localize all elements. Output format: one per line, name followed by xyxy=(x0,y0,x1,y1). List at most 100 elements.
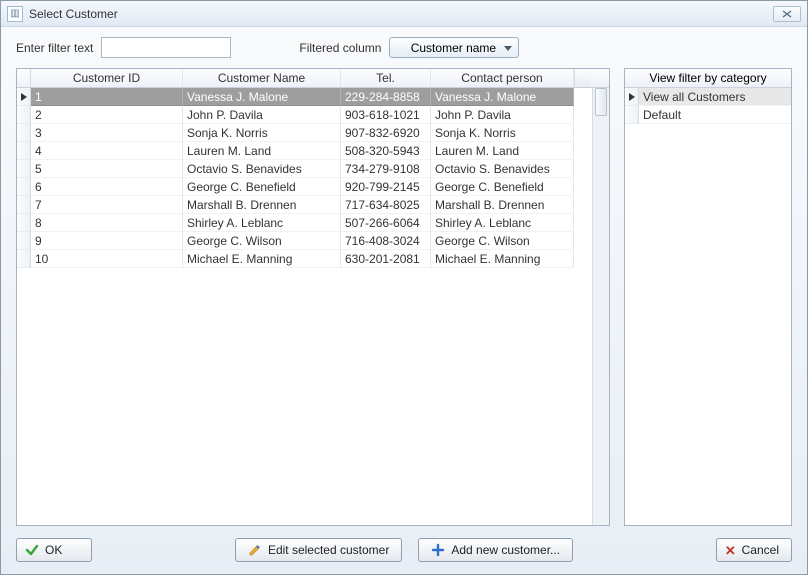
cell-name: Michael E. Manning xyxy=(183,250,341,268)
content-area: Enter filter text Filtered column Custom… xyxy=(1,27,807,526)
cell-name: Vanessa J. Malone xyxy=(183,88,341,106)
plus-icon xyxy=(431,543,445,557)
chevron-down-icon xyxy=(504,41,512,55)
add-button-label: Add new customer... xyxy=(451,543,560,557)
filter-bar: Enter filter text Filtered column Custom… xyxy=(16,37,792,68)
edit-customer-button[interactable]: Edit selected customer xyxy=(235,538,402,562)
cell-name: George C. Benefield xyxy=(183,178,341,196)
cell-id: 10 xyxy=(31,250,183,268)
filter-text-input[interactable] xyxy=(101,37,231,58)
scrollbar-thumb[interactable] xyxy=(595,88,607,116)
edit-button-label: Edit selected customer xyxy=(268,543,389,557)
cell-contact: Lauren M. Land xyxy=(431,142,574,160)
cell-tel: 920-799-2145 xyxy=(341,178,431,196)
cell-name: Sonja K. Norris xyxy=(183,124,341,142)
cross-icon xyxy=(725,543,736,557)
category-item-label: View all Customers xyxy=(639,88,791,106)
table-row[interactable]: 4Lauren M. Land508-320-5943Lauren M. Lan… xyxy=(17,142,592,160)
close-icon xyxy=(782,10,792,18)
ok-button-label: OK xyxy=(45,543,62,557)
table-row[interactable]: 8Shirley A. Leblanc507-266-6064Shirley A… xyxy=(17,214,592,232)
table-row[interactable]: 1Vanessa J. Malone229-284-8858Vanessa J.… xyxy=(17,88,592,106)
grid-header-row: Customer ID Customer Name Tel. Contact p… xyxy=(17,69,609,88)
table-row[interactable]: 2John P. Davila903-618-1021John P. Davil… xyxy=(17,106,592,124)
cell-id: 4 xyxy=(31,142,183,160)
table-row[interactable]: 3Sonja K. Norris907-832-6920Sonja K. Nor… xyxy=(17,124,592,142)
column-header-contact[interactable]: Contact person xyxy=(431,69,574,87)
row-indicator xyxy=(17,88,31,106)
check-icon xyxy=(25,543,39,557)
filter-text-label: Enter filter text xyxy=(16,41,93,55)
main-area: Customer ID Customer Name Tel. Contact p… xyxy=(16,68,792,526)
cell-tel: 508-320-5943 xyxy=(341,142,431,160)
titlebar: ▥ Select Customer xyxy=(1,1,807,27)
cell-contact: Marshall B. Drennen xyxy=(431,196,574,214)
row-indicator xyxy=(17,250,31,268)
category-filter-panel: View filter by category View all Custome… xyxy=(624,68,792,526)
ok-button[interactable]: OK xyxy=(16,538,92,562)
cell-contact: John P. Davila xyxy=(431,106,574,124)
window-title: Select Customer xyxy=(29,7,773,21)
cell-tel: 734-279-9108 xyxy=(341,160,431,178)
table-row[interactable]: 7Marshall B. Drennen717-634-8025Marshall… xyxy=(17,196,592,214)
cell-tel: 507-266-6064 xyxy=(341,214,431,232)
filtered-column-dropdown[interactable]: Customer name xyxy=(389,37,519,58)
cell-tel: 717-634-8025 xyxy=(341,196,431,214)
cell-id: 5 xyxy=(31,160,183,178)
column-header-id[interactable]: Customer ID xyxy=(31,69,183,87)
cell-id: 2 xyxy=(31,106,183,124)
cell-id: 3 xyxy=(31,124,183,142)
dropdown-selected-text: Customer name xyxy=(406,41,500,55)
row-indicator-header xyxy=(17,69,31,87)
cell-tel: 903-618-1021 xyxy=(341,106,431,124)
column-header-tel[interactable]: Tel. xyxy=(341,69,431,87)
cell-name: Marshall B. Drennen xyxy=(183,196,341,214)
cell-contact: Shirley A. Leblanc xyxy=(431,214,574,232)
column-header-name[interactable]: Customer Name xyxy=(183,69,341,87)
cell-tel: 716-408-3024 xyxy=(341,232,431,250)
cell-contact: Sonja K. Norris xyxy=(431,124,574,142)
cancel-button-label: Cancel xyxy=(742,543,779,557)
button-bar: OK Edit selected customer Add new custom… xyxy=(1,526,807,574)
table-row[interactable]: 9George C. Wilson716-408-3024George C. W… xyxy=(17,232,592,250)
cancel-button[interactable]: Cancel xyxy=(716,538,792,562)
cell-contact: Vanessa J. Malone xyxy=(431,88,574,106)
table-row[interactable]: 10Michael E. Manning630-201-2081Michael … xyxy=(17,250,592,268)
row-indicator xyxy=(17,196,31,214)
category-item[interactable]: View all Customers xyxy=(625,88,791,106)
table-row[interactable]: 6George C. Benefield920-799-2145George C… xyxy=(17,178,592,196)
scrollbar-corner xyxy=(574,69,591,87)
row-indicator xyxy=(17,160,31,178)
row-indicator xyxy=(625,106,639,124)
category-item[interactable]: Default xyxy=(625,106,791,124)
cell-id: 6 xyxy=(31,178,183,196)
category-filter-header[interactable]: View filter by category xyxy=(625,69,791,88)
row-indicator xyxy=(17,106,31,124)
pencil-icon xyxy=(248,543,262,557)
cell-name: Octavio S. Benavides xyxy=(183,160,341,178)
cell-id: 9 xyxy=(31,232,183,250)
window-icon: ▥ xyxy=(7,6,23,22)
cell-name: Lauren M. Land xyxy=(183,142,341,160)
row-indicator xyxy=(625,88,639,106)
vertical-scrollbar[interactable] xyxy=(592,88,609,525)
cell-contact: Michael E. Manning xyxy=(431,250,574,268)
close-button[interactable] xyxy=(773,6,801,22)
cell-tel: 630-201-2081 xyxy=(341,250,431,268)
cell-tel: 229-284-8858 xyxy=(341,88,431,106)
cell-contact: George C. Wilson xyxy=(431,232,574,250)
filtered-column-label: Filtered column xyxy=(299,41,381,55)
cell-name: George C. Wilson xyxy=(183,232,341,250)
cell-id: 8 xyxy=(31,214,183,232)
cell-contact: George C. Benefield xyxy=(431,178,574,196)
row-indicator xyxy=(17,142,31,160)
table-row[interactable]: 5Octavio S. Benavides734-279-9108Octavio… xyxy=(17,160,592,178)
customer-grid: Customer ID Customer Name Tel. Contact p… xyxy=(16,68,610,526)
row-indicator xyxy=(17,124,31,142)
add-customer-button[interactable]: Add new customer... xyxy=(418,538,573,562)
cell-contact: Octavio S. Benavides xyxy=(431,160,574,178)
row-indicator xyxy=(17,232,31,250)
cell-name: John P. Davila xyxy=(183,106,341,124)
row-indicator xyxy=(17,214,31,232)
cell-id: 1 xyxy=(31,88,183,106)
